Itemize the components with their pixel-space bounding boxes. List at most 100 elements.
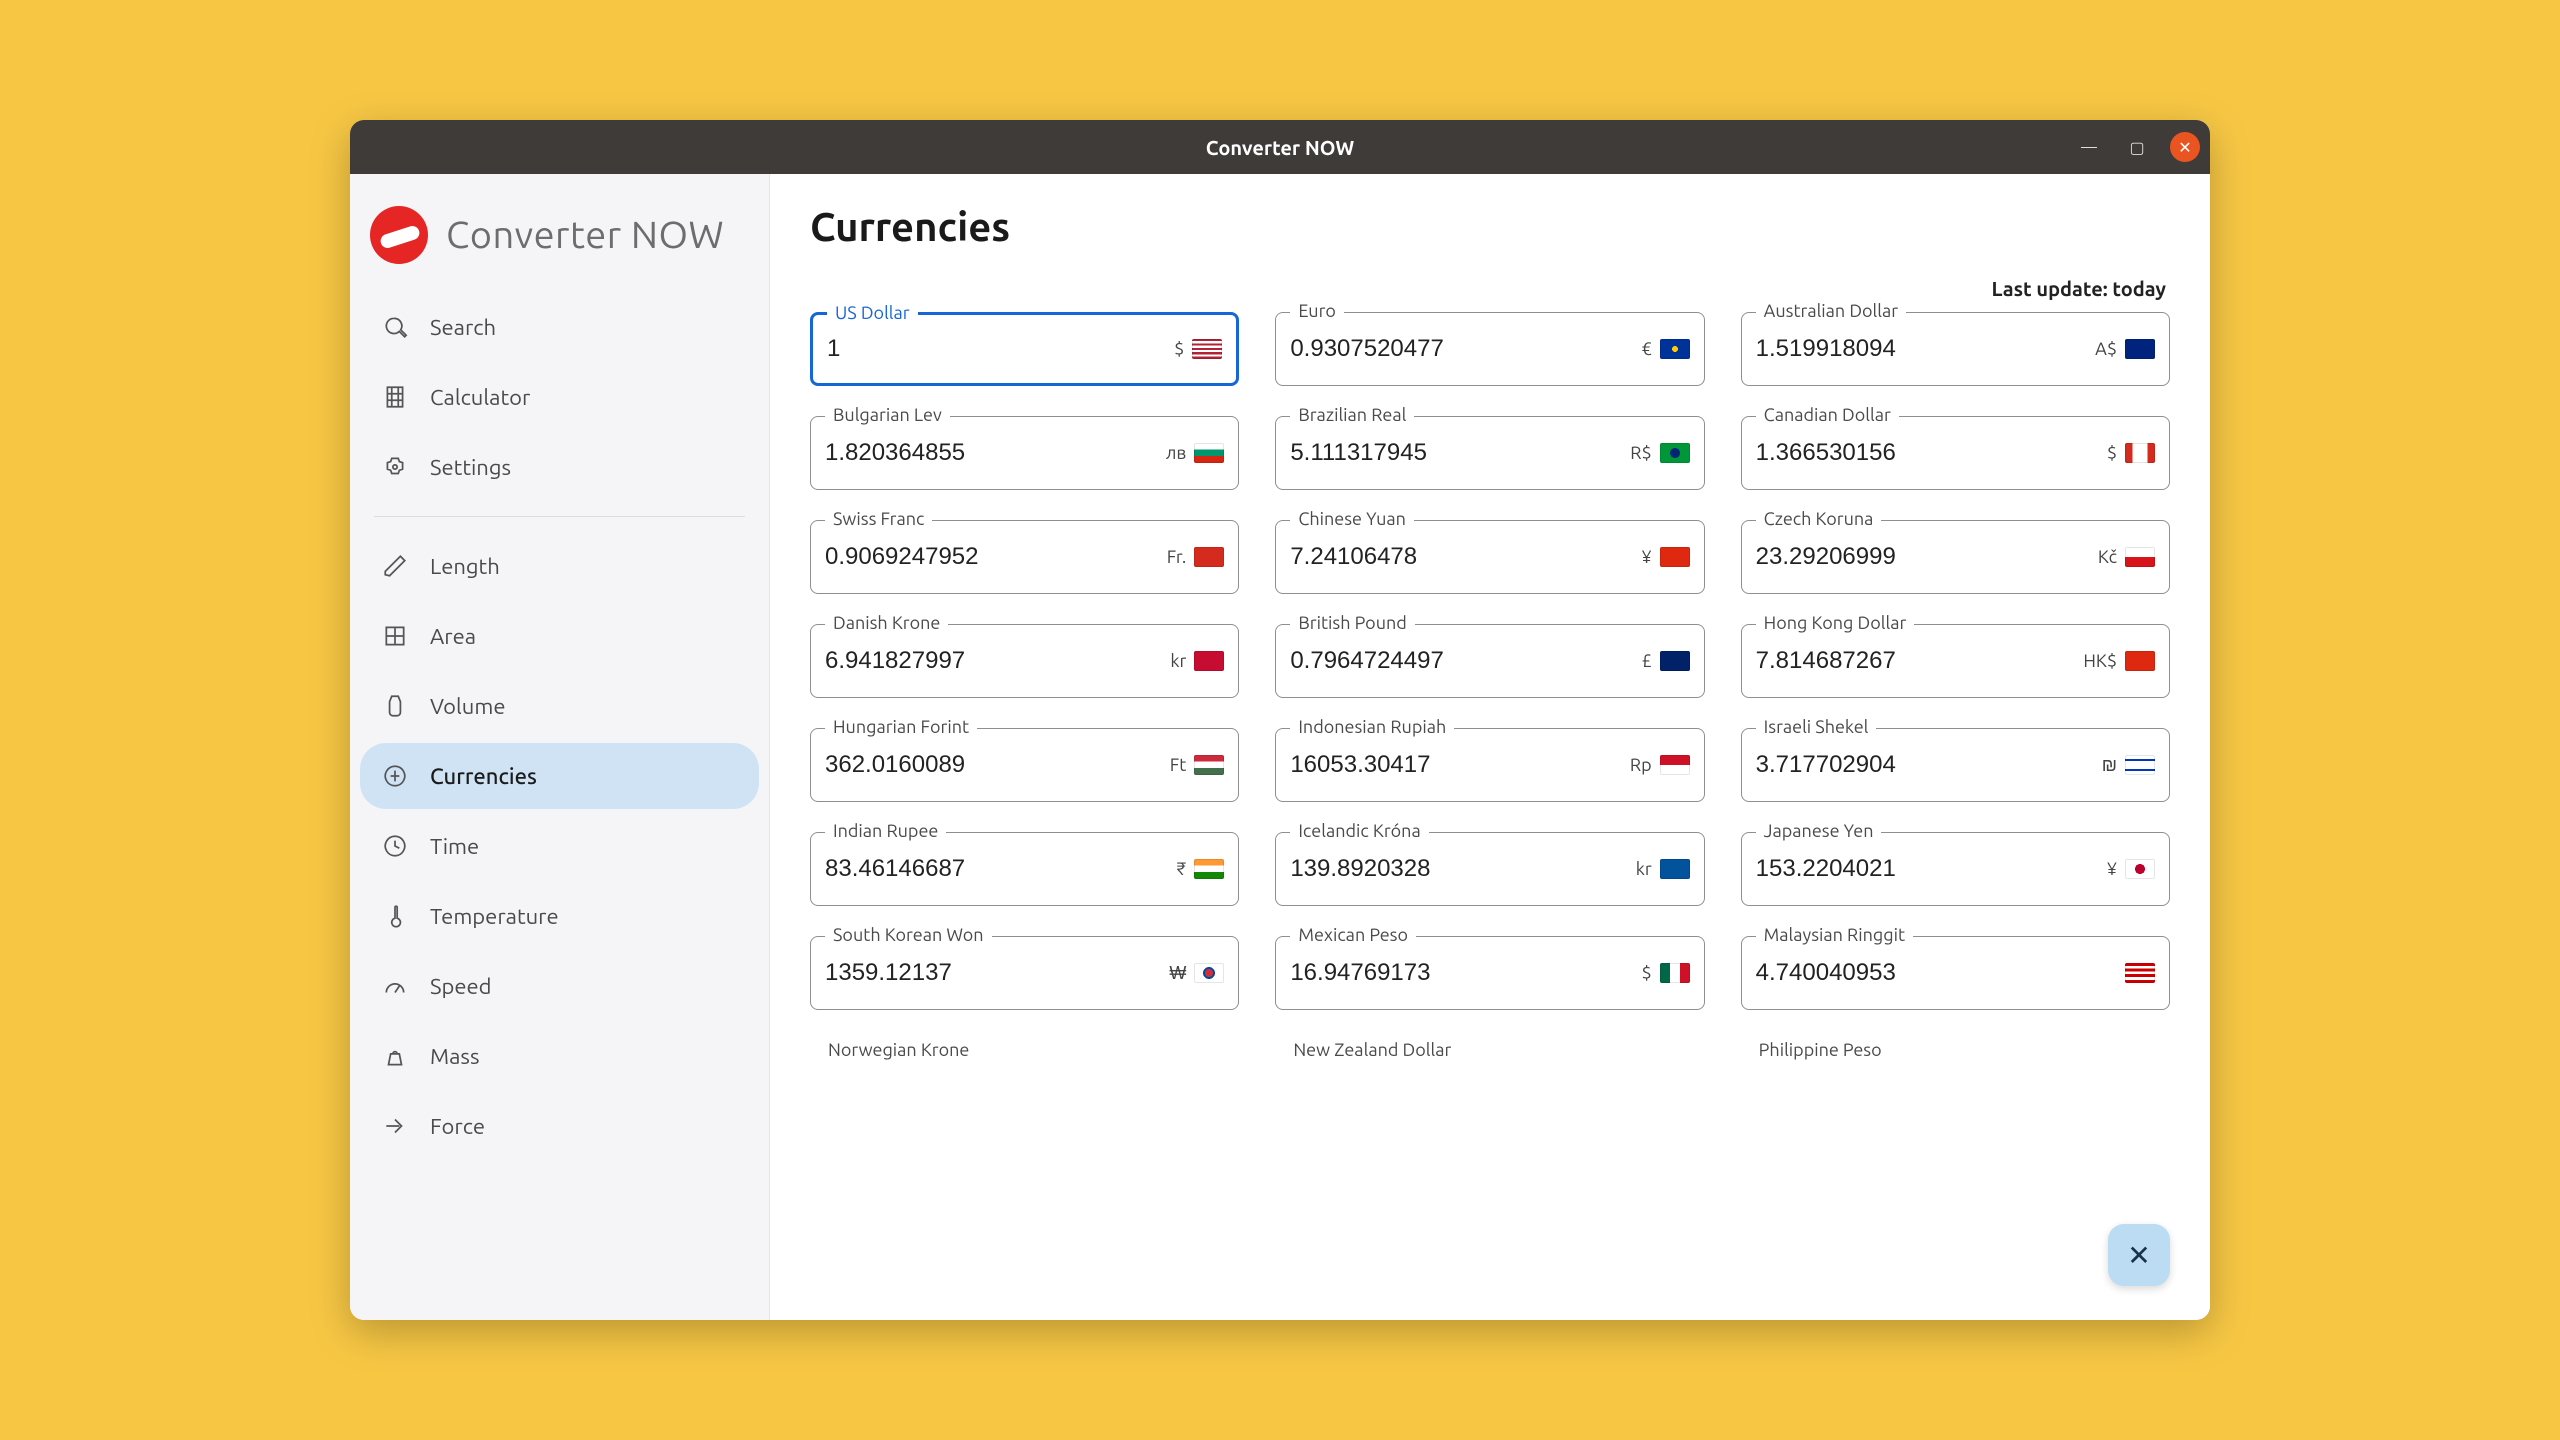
sidebar-item-label: Speed [430,974,492,999]
sidebar-item-speed[interactable]: Speed [360,953,759,1019]
sidebar-item-search[interactable]: Search [360,294,759,360]
flag-au-icon [2125,339,2155,359]
currency-input[interactable] [1290,959,1641,987]
flag-cz-icon [2125,547,2155,567]
sidebar-item-label: Temperature [430,904,559,929]
currency-input[interactable] [1756,855,2107,883]
currency-field-ch[interactable]: Swiss Franc Fr. [810,520,1239,594]
currency-input[interactable] [1756,543,2098,571]
sidebar-item-label: Length [430,554,500,579]
maximize-button[interactable]: ▢ [2122,132,2152,162]
nav-categories: Length Area Volume Currencies Time Tempe… [360,529,759,1163]
currency-field-is[interactable]: Icelandic Króna kr [1275,832,1704,906]
currency-field-in[interactable]: Indian Rupee ₹ [810,832,1239,906]
currency-field-us[interactable]: US Dollar $ [810,312,1239,386]
currency-field-gb[interactable]: British Pound £ [1275,624,1704,698]
currency-symbol: ¥ [1642,547,1652,567]
currency-suffix: $ [1174,339,1222,359]
page-title: Currencies [810,204,2170,249]
currency-input[interactable] [1756,335,2095,363]
sidebar-item-settings[interactable]: Settings [360,434,759,500]
currency-input[interactable] [827,335,1174,363]
flag-kr-icon [1194,963,1224,983]
currency-field-hk[interactable]: Hong Kong Dollar HK$ [1741,624,2170,698]
currency-field-kr[interactable]: South Korean Won ₩ [810,936,1239,1010]
sidebar-item-area[interactable]: Area [360,603,759,669]
currency-input[interactable] [1756,959,2117,987]
currency-field-cz[interactable]: Czech Koruna Kč [1741,520,2170,594]
currency-input[interactable] [1290,439,1630,467]
currency-field-dk[interactable]: Danish Krone kr [810,624,1239,698]
cutoff-row: Norwegian KroneNew Zealand DollarPhilipp… [810,1040,2170,1060]
sidebar-item-force[interactable]: Force [360,1093,759,1159]
currency-input[interactable] [1756,439,2107,467]
currency-input[interactable] [1290,751,1630,779]
currency-suffix: kr [1170,651,1224,671]
currency-symbol: Rp [1630,755,1652,775]
currency-field-il[interactable]: Israeli Shekel ₪ [1741,728,2170,802]
currency-input[interactable] [825,439,1166,467]
currency-symbol: лв [1166,443,1186,463]
currency-suffix: ₪ [2102,755,2155,776]
currency-input[interactable] [825,751,1170,779]
currency-field-au[interactable]: Australian Dollar A$ [1741,312,2170,386]
currency-suffix: Rp [1630,755,1690,775]
currency-input[interactable] [1290,335,1641,363]
sidebar-item-label: Area [430,624,476,649]
volume-icon [380,691,410,721]
sidebar-item-time[interactable]: Time [360,813,759,879]
currency-input[interactable] [825,647,1170,675]
currency-symbol: kr [1170,651,1186,671]
flag-in-icon [1194,859,1224,879]
flag-hk-icon [2125,651,2155,671]
sidebar-item-currencies[interactable]: Currencies [360,743,759,809]
currency-field-cn[interactable]: Chinese Yuan ¥ [1275,520,1704,594]
sidebar-item-label: Settings [430,455,511,480]
currency-input[interactable] [825,959,1169,987]
currency-input[interactable] [1290,647,1641,675]
minimize-button[interactable]: — [2074,132,2104,162]
currency-label: US Dollar [827,303,918,323]
currency-label: Swiss Franc [825,509,932,529]
currency-input[interactable] [1756,647,2084,675]
currency-field-ca[interactable]: Canadian Dollar $ [1741,416,2170,490]
close-window-button[interactable]: ✕ [2170,132,2200,162]
currency-field-bg[interactable]: Bulgarian Lev лв [810,416,1239,490]
currency-suffix: HK$ [2083,651,2155,671]
currency-suffix: € [1642,339,1690,359]
close-panel-button[interactable]: ✕ [2108,1224,2170,1286]
currency-input[interactable] [825,543,1167,571]
currency-input[interactable] [1756,751,2102,779]
flag-ch-icon [1194,547,1224,567]
sidebar-item-length[interactable]: Length [360,533,759,599]
currency-field-eu[interactable]: Euro € [1275,312,1704,386]
currency-label: Hungarian Forint [825,717,977,737]
sidebar-item-mass[interactable]: Mass [360,1023,759,1089]
currency-suffix: Kč [2098,547,2155,567]
currency-field-jp[interactable]: Japanese Yen ¥ [1741,832,2170,906]
flag-mx-icon [1660,963,1690,983]
sidebar-item-label: Mass [430,1044,480,1069]
sidebar-item-temperature[interactable]: Temperature [360,883,759,949]
currency-field-my[interactable]: Malaysian Ringgit [1741,936,2170,1010]
sidebar-item-label: Force [430,1114,485,1139]
flag-hu-icon [1194,755,1224,775]
currency-field-hu[interactable]: Hungarian Forint Ft [810,728,1239,802]
currency-label: South Korean Won [825,925,992,945]
currency-label: Hong Kong Dollar [1756,613,1915,633]
currency-label: Czech Koruna [1756,509,1882,529]
currency-symbol: £ [1642,651,1652,671]
calculator-icon [380,382,410,412]
flag-is-icon [1660,859,1690,879]
currency-input[interactable] [825,855,1176,883]
currency-input[interactable] [1290,855,1635,883]
currency-input[interactable] [1290,543,1641,571]
currency-field-br[interactable]: Brazilian Real R$ [1275,416,1704,490]
sidebar: Converter NOW Search Calculator Settings… [350,174,770,1320]
currency-symbol: A$ [2095,339,2117,359]
currency-symbol: ₩ [1169,963,1186,984]
currency-field-id[interactable]: Indonesian Rupiah Rp [1275,728,1704,802]
currency-field-mx[interactable]: Mexican Peso $ [1275,936,1704,1010]
sidebar-item-calculator[interactable]: Calculator [360,364,759,430]
sidebar-item-volume[interactable]: Volume [360,673,759,739]
